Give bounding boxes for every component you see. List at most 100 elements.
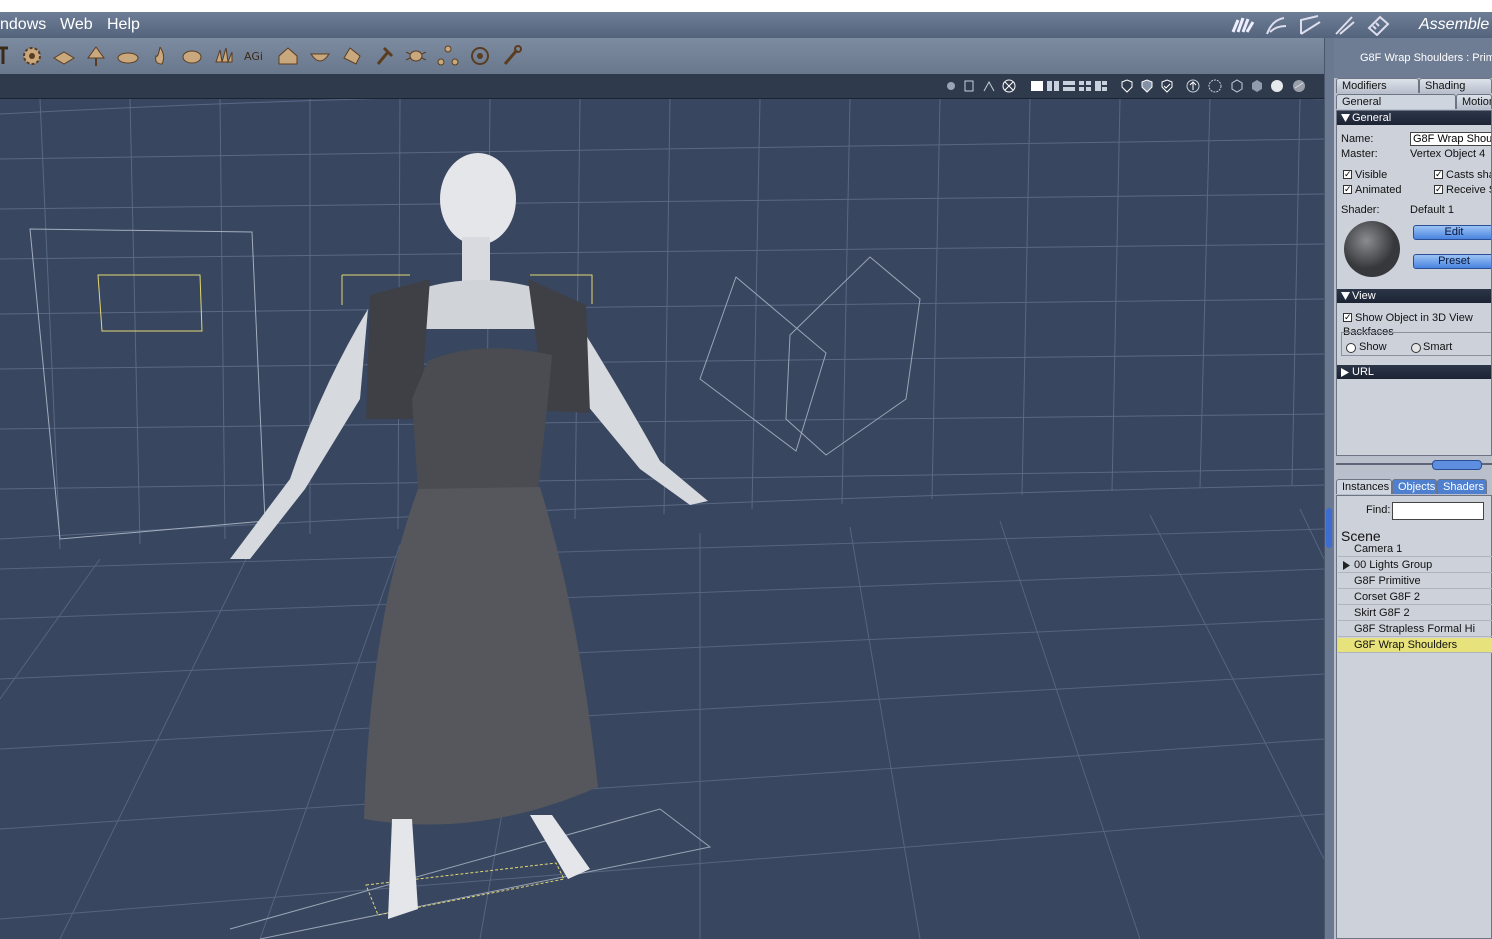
expand-arrow-icon[interactable]: [1343, 561, 1350, 570]
scene-item-label: G8F Primitive: [1354, 575, 1421, 587]
wireframe-sphere-icon[interactable]: [1208, 79, 1222, 93]
find-label: Find:: [1366, 504, 1391, 516]
section-general-label: General: [1352, 112, 1392, 124]
shaded-sphere-icon[interactable]: [1270, 79, 1284, 93]
preset-button[interactable]: Preset: [1413, 254, 1491, 269]
top-strip: [0, 0, 1492, 12]
lights-icon[interactable]: [944, 79, 958, 93]
shield-check-icon[interactable]: [1160, 79, 1174, 93]
shield-icon[interactable]: [1120, 79, 1134, 93]
svg-text:AGi: AGi: [244, 50, 263, 63]
scene-item-selected[interactable]: G8F Wrap Shoulders: [1338, 638, 1492, 653]
hand-icon[interactable]: [1230, 14, 1256, 36]
menu-help[interactable]: Help: [107, 16, 140, 34]
section-view-label: View: [1352, 290, 1376, 302]
find-input[interactable]: [1392, 502, 1484, 520]
section-view[interactable]: View: [1337, 289, 1491, 303]
scene-item[interactable]: Corset G8F 2: [1338, 590, 1492, 605]
backfaces-smart-label: Smart: [1423, 341, 1453, 353]
view-controls-bar: [0, 74, 1326, 99]
light-gizmo: [699, 256, 921, 456]
ruler-icon[interactable]: [1366, 14, 1392, 36]
wrench-icon[interactable]: [500, 44, 524, 68]
solid-box-icon[interactable]: [1250, 79, 1264, 93]
target-icon[interactable]: [468, 44, 492, 68]
brush-icon[interactable]: [1264, 14, 1290, 36]
expand-triangle-icon: [1341, 114, 1350, 122]
house-icon[interactable]: [276, 44, 300, 68]
room-label[interactable]: Assemble: [1419, 16, 1489, 34]
layout-quad-icon[interactable]: [1078, 79, 1092, 93]
bug-icon[interactable]: [404, 44, 428, 68]
grid-floor: [0, 508, 1324, 939]
rock-icon[interactable]: [340, 44, 364, 68]
gear-icon[interactable]: [20, 44, 44, 68]
tab-shading[interactable]: Shading: [1419, 78, 1492, 93]
expand-triangle-icon: [1341, 292, 1350, 300]
backfaces-show-radio[interactable]: [1346, 343, 1356, 353]
camera-icon[interactable]: [962, 79, 976, 93]
plane-icon[interactable]: [52, 44, 76, 68]
divider-handle[interactable]: [1326, 508, 1332, 548]
figure-right-arm: [576, 319, 708, 505]
section-general[interactable]: General: [1337, 111, 1491, 125]
cloud-icon[interactable]: [180, 44, 204, 68]
tab-general[interactable]: General: [1336, 94, 1456, 109]
splitter-knob[interactable]: [1432, 460, 1482, 470]
layout-split-icon[interactable]: [1046, 79, 1060, 93]
scene-item[interactable]: G8F Primitive: [1338, 574, 1492, 589]
collapsed-triangle-icon: [1341, 368, 1349, 377]
casts-shadows-checkbox[interactable]: ✓: [1434, 170, 1443, 179]
selection-box: [97, 274, 203, 332]
terrain-icon[interactable]: [116, 44, 140, 68]
fire-icon[interactable]: [148, 44, 172, 68]
box-icon[interactable]: [1230, 79, 1244, 93]
cross-icon[interactable]: [1002, 79, 1016, 93]
visible-label: Visible: [1355, 169, 1388, 181]
quill-icon[interactable]: [1332, 14, 1358, 36]
3d-viewport[interactable]: [0, 99, 1324, 939]
edit-button[interactable]: Edit: [1413, 225, 1491, 240]
backfaces-show-label: Show: [1359, 341, 1387, 353]
bowl-icon[interactable]: [308, 44, 332, 68]
arrow-up-icon[interactable]: [1186, 79, 1200, 93]
scene-item[interactable]: 00 Lights Group: [1338, 558, 1492, 573]
scene-item[interactable]: G8F Strapless Formal Hi: [1338, 622, 1492, 637]
layout-triple-icon[interactable]: [1094, 79, 1108, 93]
agi-icon[interactable]: AGi: [244, 44, 268, 68]
figure[interactable]: [230, 153, 708, 919]
tab-objects[interactable]: Objects: [1392, 479, 1437, 494]
name-field[interactable]: G8F Wrap Shou: [1410, 132, 1491, 146]
visible-checkbox[interactable]: ✓: [1343, 170, 1352, 179]
figure-neck: [462, 237, 490, 287]
tab-instances[interactable]: Instances: [1336, 479, 1392, 494]
panel-splitter[interactable]: [1334, 458, 1492, 472]
walk-icon[interactable]: [982, 79, 996, 93]
nodes-icon[interactable]: [436, 44, 460, 68]
layout-stack-icon[interactable]: [1062, 79, 1076, 93]
receive-shadows-checkbox[interactable]: ✓: [1434, 185, 1443, 194]
pen-icon[interactable]: [1298, 14, 1324, 36]
shield-filled-icon[interactable]: [1140, 79, 1154, 93]
tab-modifiers[interactable]: Modifiers: [1336, 78, 1419, 93]
menu-windows[interactable]: ndows: [0, 16, 46, 34]
scene-item[interactable]: Camera 1: [1338, 542, 1492, 557]
animated-label: Animated: [1355, 184, 1402, 196]
hammer-icon[interactable]: [372, 44, 396, 68]
tab-motion[interactable]: Motion: [1456, 94, 1492, 109]
figure-feet: [388, 815, 590, 919]
tab-shaders[interactable]: Shaders: [1437, 479, 1487, 494]
corset: [412, 348, 552, 491]
shader-preview-sphere[interactable]: [1343, 220, 1401, 278]
menu-web[interactable]: Web: [60, 16, 93, 34]
animated-checkbox[interactable]: ✓: [1343, 185, 1352, 194]
move-tool-icon[interactable]: [0, 44, 18, 68]
layout-single-icon[interactable]: [1030, 79, 1044, 93]
tree-icon[interactable]: [84, 44, 108, 68]
grass-icon[interactable]: [212, 44, 236, 68]
show-in-3d-checkbox[interactable]: ✓: [1343, 313, 1352, 322]
textured-sphere-icon[interactable]: [1292, 79, 1306, 93]
backfaces-smart-radio[interactable]: [1411, 343, 1421, 353]
section-url[interactable]: URL: [1337, 365, 1491, 379]
scene-item[interactable]: Skirt G8F 2: [1338, 606, 1492, 621]
